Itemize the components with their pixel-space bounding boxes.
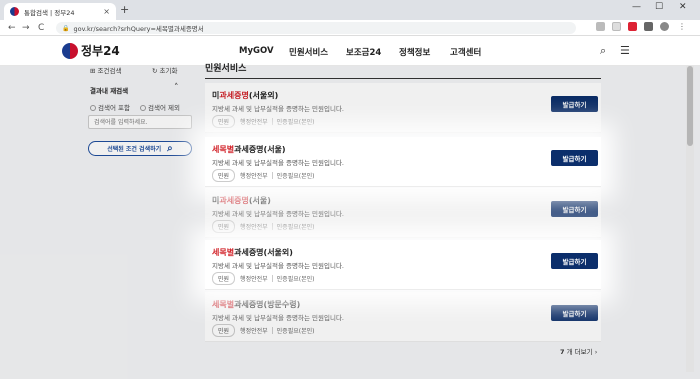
- org-name: 행정안전부: [240, 173, 268, 180]
- org-name: 행정안전부: [240, 328, 268, 335]
- window-maximize-icon[interactable]: ☐: [655, 2, 663, 12]
- card-title[interactable]: 세목별과세증명(서울외): [212, 247, 293, 258]
- profile-icon[interactable]: [660, 22, 669, 31]
- type-badge: 민원: [212, 324, 236, 337]
- card-title[interactable]: 세목별과세증명(방문수령): [212, 299, 300, 310]
- org-name: 행정안전부: [240, 276, 268, 283]
- nav-policy[interactable]: 정책정보: [399, 46, 430, 58]
- tab-close-icon[interactable]: ×: [103, 7, 110, 16]
- type-badge: 민원: [212, 169, 236, 182]
- apply-filter-button[interactable]: 선택된 조건 검색하기 ⌕: [88, 141, 192, 156]
- site-header: 정부24 MyGOV 민원서비스 보조금24 정책정보 고객센터 ⌕ ☰: [0, 36, 700, 66]
- issue-button[interactable]: 발급하기: [551, 150, 598, 166]
- result-card[interactable]: 미과세증명(서울) 지방세 과세 및 납부실적을 증명하는 민원입니다. 민원 행…: [205, 188, 601, 238]
- card-title[interactable]: 미과세증명(서울외): [212, 90, 278, 101]
- collapse-icon[interactable]: ˄: [174, 83, 179, 93]
- issue-button[interactable]: 발급하기: [551, 305, 598, 321]
- new-tab-icon[interactable]: +: [120, 3, 129, 17]
- browser-tab-bar: 통합검색 | 정부24 × + — ☐ ✕: [0, 0, 700, 20]
- issue-button[interactable]: 발급하기: [551, 96, 598, 112]
- scrollbar-thumb[interactable]: [687, 66, 693, 146]
- extension-icon[interactable]: [628, 22, 637, 31]
- logo-text: 정부24: [81, 44, 120, 58]
- issue-button[interactable]: 발급하기: [551, 201, 598, 217]
- option-exclude[interactable]: 검색어 제외: [140, 102, 180, 112]
- card-title[interactable]: 미과세증명(서울): [212, 195, 271, 206]
- auth-required: 인증필요(본인): [276, 224, 315, 231]
- card-meta: 민원 행정안전부 인증필요(본인): [212, 220, 314, 233]
- result-card[interactable]: 세목별과세증명(서울외) 지방세 과세 및 납부실적을 증명하는 민원입니다. …: [205, 240, 601, 290]
- result-card[interactable]: 미과세증명(서울외) 지방세 과세 및 납부실적을 증명하는 민원입니다. 민원…: [205, 83, 601, 133]
- card-meta: 민원 행정안전부 인증필요(본인): [212, 272, 314, 285]
- refine-search-input[interactable]: [88, 115, 192, 129]
- lock-icon: 🔒: [62, 24, 70, 32]
- site-logo[interactable]: 정부24: [62, 42, 120, 59]
- show-more-link[interactable]: 7 개 더보기 ›: [560, 346, 597, 356]
- more-count: 7: [560, 348, 565, 356]
- type-badge: 민원: [212, 220, 236, 233]
- more-label: 개 더보기: [566, 348, 593, 356]
- nav-customer-center[interactable]: 고객센터: [450, 46, 481, 58]
- result-card[interactable]: 세목별과세증명(방문수령) 지방세 과세 및 납부실적을 증명하는 민원입니다.…: [205, 292, 601, 342]
- nav-mygov[interactable]: MyGOV: [239, 46, 274, 56]
- condition-search-label[interactable]: ⊞ 조건검색: [90, 65, 121, 75]
- window-close-icon[interactable]: ✕: [679, 2, 687, 12]
- issue-button[interactable]: 발급하기: [551, 253, 598, 269]
- result-card[interactable]: 세목별과세증명(서울) 지방세 과세 및 납부실적을 증명하는 민원입니다. 민…: [205, 137, 601, 187]
- org-name: 행정안전부: [240, 224, 268, 231]
- org-name: 행정안전부: [240, 119, 268, 126]
- card-meta: 민원 행정안전부 인증필요(본인): [212, 169, 314, 182]
- auth-required: 인증필요(본인): [276, 328, 315, 335]
- reload-icon[interactable]: C: [38, 21, 44, 35]
- address-bar[interactable]: 🔒 gov.kr/search?srhQuery=세목별과세증명서: [56, 22, 576, 34]
- radio-icon: [90, 105, 96, 111]
- site-favicon-icon: [10, 7, 19, 16]
- reset-button[interactable]: ↻ 초기화: [152, 65, 177, 75]
- option-include[interactable]: 검색어 포함: [90, 102, 130, 112]
- card-meta: 민원 행정안전부 인증필요(본인): [212, 324, 314, 337]
- card-meta: 민원 행정안전부 인증필요(본인): [212, 115, 314, 128]
- section-title: 민원서비스: [205, 64, 247, 74]
- bookmark-star-icon[interactable]: [612, 22, 621, 31]
- browser-menu-icon[interactable]: ⋮: [678, 22, 687, 31]
- back-icon[interactable]: ←: [8, 21, 16, 35]
- type-badge: 민원: [212, 272, 236, 285]
- search-icon: ⌕: [167, 143, 173, 154]
- url-text: gov.kr/search?srhQuery=세목별과세증명서: [73, 25, 204, 33]
- nav-subsidy[interactable]: 보조금24: [346, 46, 381, 58]
- search-icon[interactable]: ⌕: [600, 44, 606, 58]
- window-minimize-icon[interactable]: —: [632, 2, 641, 12]
- card-description: 지방세 과세 및 납부실적을 증명하는 민원입니다.: [212, 210, 344, 218]
- auth-required: 인증필요(본인): [276, 119, 315, 126]
- forward-icon[interactable]: →: [22, 21, 30, 35]
- card-title[interactable]: 세목별과세증명(서울): [212, 144, 286, 155]
- hamburger-menu-icon[interactable]: ☰: [620, 44, 630, 57]
- apply-filter-label: 선택된 조건 검색하기: [107, 146, 162, 153]
- auth-required: 인증필요(본인): [276, 276, 315, 283]
- section-divider: [205, 78, 601, 79]
- browser-toolbar: ← → C 🔒 gov.kr/search?srhQuery=세목별과세증명서 …: [0, 20, 700, 36]
- card-description: 지방세 과세 및 납부실적을 증명하는 민원입니다.: [212, 159, 344, 167]
- taegeuk-logo-icon: [62, 42, 78, 59]
- card-description: 지방세 과세 및 납부실적을 증명하는 민원입니다.: [212, 314, 344, 322]
- puzzle-icon[interactable]: [644, 22, 653, 31]
- page-scrollbar[interactable]: [686, 66, 694, 372]
- nav-civil-service[interactable]: 민원서비스: [289, 46, 328, 58]
- share-icon[interactable]: [596, 22, 605, 31]
- tab-title: 통합검색 | 정부24: [24, 8, 75, 17]
- card-description: 지방세 과세 및 납부실적을 증명하는 민원입니다.: [212, 105, 344, 113]
- auth-required: 인증필요(본인): [276, 173, 315, 180]
- refine-search-label: 결과내 재검색: [90, 87, 129, 95]
- card-description: 지방세 과세 및 납부실적을 증명하는 민원입니다.: [212, 262, 344, 270]
- chevron-right-icon: ›: [594, 348, 598, 356]
- browser-tab[interactable]: 통합검색 | 정부24 ×: [4, 3, 116, 20]
- radio-icon: [140, 105, 146, 111]
- type-badge: 민원: [212, 115, 236, 128]
